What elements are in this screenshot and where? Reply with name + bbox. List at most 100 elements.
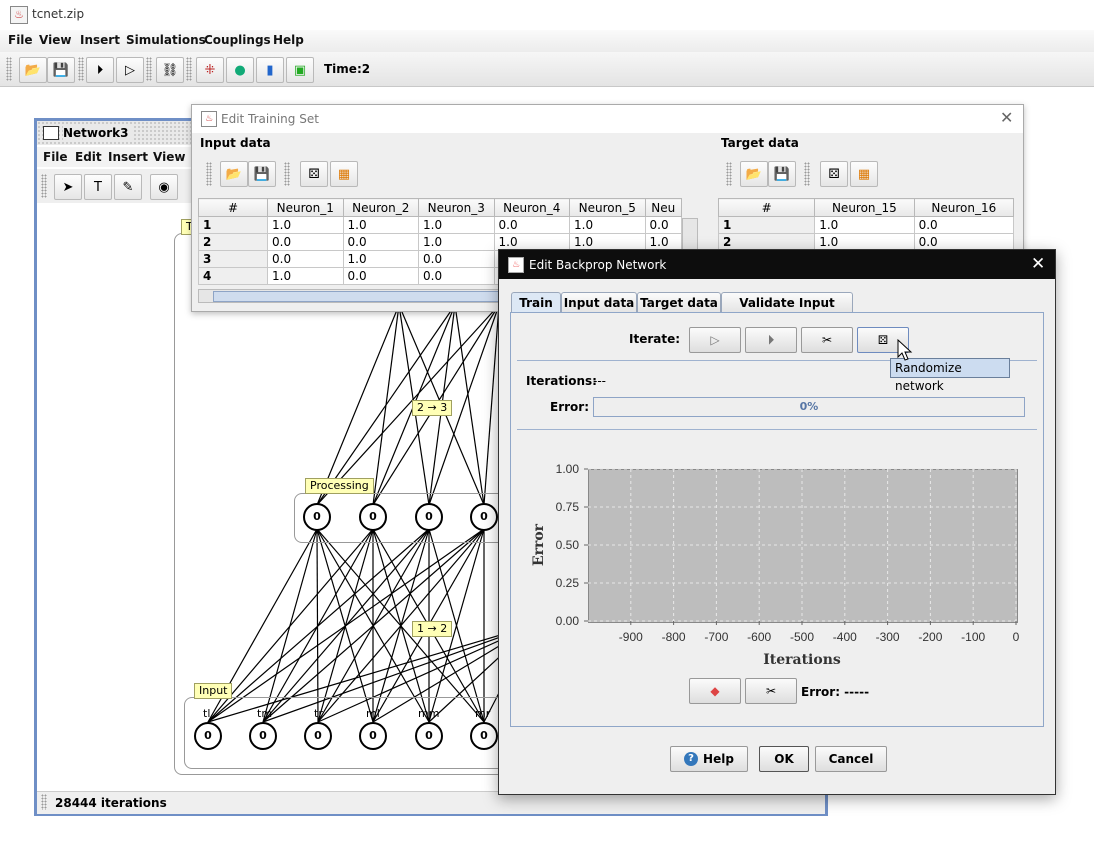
save-icon[interactable]: 💾	[768, 161, 796, 187]
zoom-icon[interactable]: ◉	[150, 174, 178, 200]
table-cell[interactable]: 0.0	[418, 267, 495, 285]
clear-button[interactable]: ◆	[689, 678, 741, 704]
synapse-label-2-3[interactable]: 2 → 3	[412, 400, 453, 416]
input-neuron[interactable]: 0	[249, 722, 277, 750]
link-icon[interactable]: ⛓	[156, 57, 184, 83]
toolbar-grip[interactable]	[78, 57, 84, 81]
toolbar-grip[interactable]	[186, 57, 192, 81]
table-cell[interactable]: 4	[198, 267, 268, 285]
randomize-icon[interactable]: ⚄	[300, 161, 328, 187]
table-cell[interactable]: 0.0	[913, 233, 1015, 251]
input-neuron[interactable]: 0	[194, 722, 222, 750]
tab-train[interactable]: Train	[511, 292, 561, 314]
input-neuron[interactable]: 0	[415, 722, 443, 750]
input-neuron[interactable]: 0	[359, 722, 387, 750]
table-cell[interactable]: 1.0	[569, 216, 646, 234]
input-neuron[interactable]: 0	[304, 722, 332, 750]
table-cell[interactable]: 0.0	[342, 233, 419, 251]
toolbar-grip[interactable]	[284, 162, 290, 186]
menu-insert[interactable]: Insert	[80, 33, 120, 47]
text-tool-icon[interactable]: T	[84, 174, 112, 200]
processing-group-label[interactable]: Processing	[305, 478, 374, 494]
save-icon[interactable]: 💾	[47, 57, 75, 83]
table-cell[interactable]: 2	[717, 233, 816, 251]
table-cell[interactable]: 1.0	[267, 267, 344, 285]
table-cell[interactable]: 0.0	[913, 216, 1015, 234]
open-folder-icon[interactable]: 📂	[220, 161, 248, 187]
column-header[interactable]: Neuron_5	[569, 198, 646, 217]
toolbar-grip[interactable]	[146, 57, 152, 81]
table-cell[interactable]: 1	[198, 216, 268, 234]
open-folder-icon[interactable]: 📂	[19, 57, 47, 83]
column-header[interactable]: Neuron_16	[913, 198, 1015, 217]
scrollbar-thumb[interactable]	[213, 291, 505, 302]
play-icon[interactable]: ▷	[116, 57, 144, 83]
tab-validate-input-data[interactable]: Validate Input Data	[721, 292, 853, 330]
column-header[interactable]: Neuron_2	[342, 198, 419, 217]
save-icon[interactable]: 💾	[248, 161, 276, 187]
toolbar-grip[interactable]	[206, 162, 212, 186]
table-cell[interactable]: 0.0	[644, 216, 682, 234]
menu-file[interactable]: File	[8, 33, 33, 47]
table-cell[interactable]: 1.0	[493, 233, 570, 251]
tab-target-data[interactable]: Target data	[637, 292, 721, 313]
table-cell[interactable]: 0.0	[493, 216, 570, 234]
column-header[interactable]: Neuron_4	[493, 198, 570, 217]
table-cell[interactable]: 0.0	[342, 267, 419, 285]
input-neuron[interactable]: 0	[470, 722, 498, 750]
table-cell[interactable]: 1.0	[418, 233, 495, 251]
menu-help[interactable]: Help	[273, 33, 304, 47]
menu-view[interactable]: View	[39, 33, 71, 47]
table-cell[interactable]: 1.0	[342, 250, 419, 268]
menu-simulations[interactable]: Simulations	[126, 33, 206, 47]
table-cell[interactable]: 0.0	[267, 250, 344, 268]
menu-couplings[interactable]: Couplings	[204, 33, 271, 47]
cancel-button[interactable]: Cancel	[815, 746, 887, 772]
table-cell[interactable]: 0.0	[418, 250, 495, 268]
column-header[interactable]: Neu	[644, 198, 682, 217]
table-cell[interactable]: 1.0	[644, 233, 682, 251]
input-group-label[interactable]: Input	[194, 683, 233, 699]
terminal-icon[interactable]: ▣	[286, 57, 314, 83]
tab-input-data[interactable]: Input data	[561, 292, 637, 313]
table-cell[interactable]: 3	[198, 250, 268, 268]
column-header[interactable]: Neuron_15	[814, 198, 915, 217]
net-menu-view[interactable]: View	[153, 150, 185, 164]
wand-icon[interactable]: ✎	[114, 174, 142, 200]
toolbar-grip[interactable]	[41, 174, 47, 198]
color-grid-icon[interactable]: ▦	[330, 161, 358, 187]
table-cell[interactable]: 1	[717, 216, 816, 234]
table-cell[interactable]: 1.0	[267, 216, 344, 234]
bar-chart-icon[interactable]: ▮	[256, 57, 284, 83]
backprop-titlebar[interactable]: ♨ Edit Backprop Network ✕	[499, 250, 1055, 279]
open-folder-icon[interactable]: 📂	[740, 161, 768, 187]
toolbar-grip[interactable]	[726, 162, 732, 186]
close-icon[interactable]: ✕	[1000, 108, 1013, 127]
step-icon[interactable]: ⏵	[86, 57, 114, 83]
column-header[interactable]: Neuron_1	[267, 198, 344, 217]
table-cell[interactable]: 1.0	[342, 216, 419, 234]
table-cell[interactable]: 1.0	[569, 233, 646, 251]
synapse-label-1-2[interactable]: 1 → 2	[412, 621, 453, 637]
color-grid-icon[interactable]: ▦	[850, 161, 878, 187]
help-button[interactable]: ? Help	[670, 746, 748, 772]
processing-neuron[interactable]: 0	[470, 503, 498, 531]
table-cell[interactable]: 2	[198, 233, 268, 251]
net-menu-file[interactable]: File	[43, 150, 68, 164]
toolbar-grip[interactable]	[804, 162, 810, 186]
processing-neuron[interactable]: 0	[359, 503, 387, 531]
processing-neuron[interactable]: 0	[415, 503, 443, 531]
table-cell[interactable]: 1.0	[814, 216, 915, 234]
training-set-titlebar[interactable]: ♨ Edit Training Set ✕	[192, 105, 1023, 133]
chart-properties-button[interactable]: ✂	[745, 678, 797, 704]
column-header[interactable]: #	[717, 198, 816, 217]
column-header[interactable]: #	[198, 198, 268, 217]
net-menu-edit[interactable]: Edit	[75, 150, 102, 164]
ok-button[interactable]: OK	[759, 746, 809, 772]
table-cell[interactable]: 0.0	[267, 233, 344, 251]
table-cell[interactable]: 1.0	[418, 216, 495, 234]
close-icon[interactable]: ✕	[1031, 254, 1045, 274]
column-header[interactable]: Neuron_3	[418, 198, 495, 217]
processing-neuron[interactable]: 0	[303, 503, 331, 531]
table-cell[interactable]: 1.0	[814, 233, 915, 251]
